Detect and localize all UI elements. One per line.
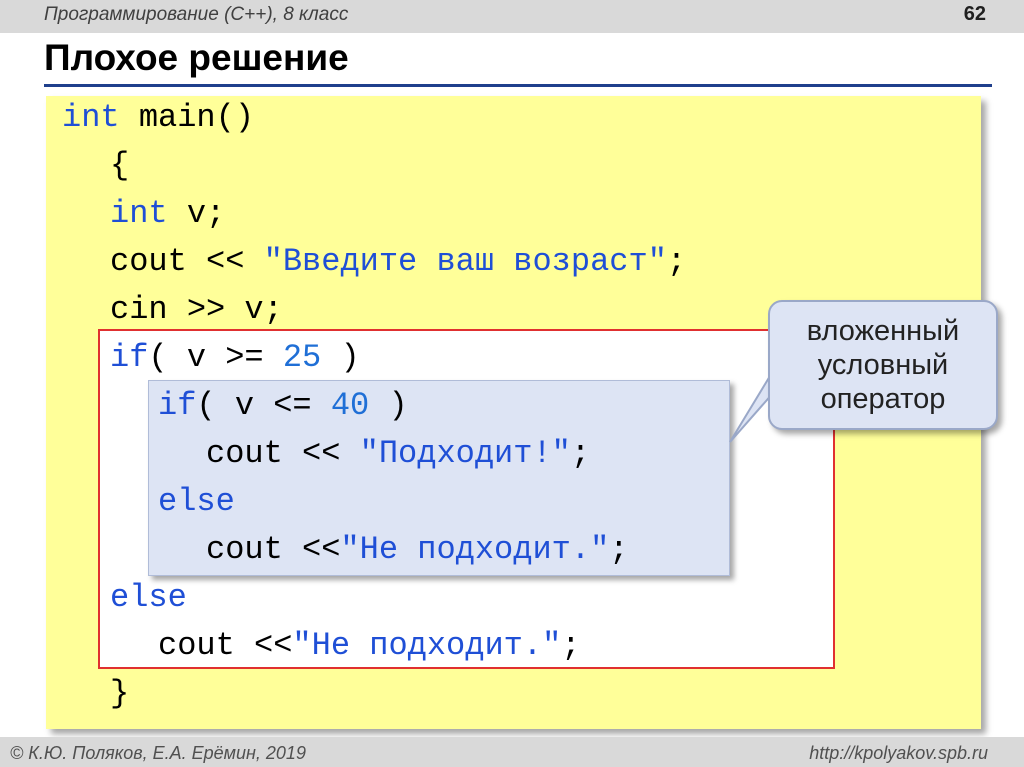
keyword: else xyxy=(158,483,235,520)
callout-line: оператор xyxy=(820,383,946,415)
footer-url: http://kpolyakov.spb.ru xyxy=(809,743,988,763)
keyword: int xyxy=(110,195,168,232)
code-line: int main() xyxy=(62,98,254,138)
code-text: cout << xyxy=(206,531,341,568)
callout-line: условный xyxy=(817,349,949,381)
code-line: cout << "Введите ваш возраст"; xyxy=(110,242,686,282)
code-text: cout << xyxy=(206,435,360,472)
keyword: if xyxy=(110,339,149,376)
title-divider xyxy=(44,84,992,87)
code-line: cin >> v; xyxy=(110,290,283,330)
code-text: { xyxy=(110,147,130,184)
code-line: if( v >= 25 ) xyxy=(110,338,360,378)
number-literal: 40 xyxy=(330,387,370,424)
code-text: ) xyxy=(369,387,408,424)
string-literal: "Не подходит." xyxy=(340,531,610,568)
string-literal: "Введите ваш возраст" xyxy=(263,243,667,280)
keyword: if xyxy=(158,387,197,424)
code-text: cin >> v; xyxy=(110,291,283,328)
code-text: ; xyxy=(561,627,581,664)
code-text: cout << xyxy=(110,243,264,280)
code-line: cout <<"Не подходит."; xyxy=(158,626,580,666)
number-literal: 25 xyxy=(282,339,322,376)
code-text: ; xyxy=(666,243,687,280)
code-line: } xyxy=(110,674,129,714)
code-text: } xyxy=(110,675,130,712)
string-literal: "Не подходит." xyxy=(292,627,562,664)
code-text: ; xyxy=(609,531,629,568)
code-line: else xyxy=(110,578,187,618)
slide-number: 62 xyxy=(963,3,986,25)
code-line: cout <<"Не подходит."; xyxy=(206,530,628,570)
keyword: else xyxy=(110,579,187,616)
callout-line: вложенный xyxy=(806,315,960,347)
code-text: ; xyxy=(570,435,591,472)
code-line: { xyxy=(110,146,129,186)
footer-authors: © К.Ю. Поляков, Е.А. Ерёмин, 2019 xyxy=(10,743,306,763)
course-label: Программирование (С++), 8 класс xyxy=(44,4,349,25)
code-text: ) xyxy=(321,339,360,376)
code-line: int v; xyxy=(110,194,225,234)
code-text: ( v >= xyxy=(148,339,283,376)
code-text: cout << xyxy=(158,627,293,664)
code-text: main() xyxy=(119,99,255,136)
code-line: if( v <= 40 ) xyxy=(158,386,408,426)
string-literal: "Подходит!" xyxy=(359,435,571,472)
keyword: int xyxy=(62,99,120,136)
code-text: ( v <= xyxy=(196,387,331,424)
nested-if-callout: вложенный условный оператор xyxy=(768,300,998,430)
slide-title: Плохое решение xyxy=(44,37,349,78)
code-text: v; xyxy=(167,195,226,232)
code-line: cout << "Подходит!"; xyxy=(206,434,590,474)
code-line: else xyxy=(158,482,235,522)
